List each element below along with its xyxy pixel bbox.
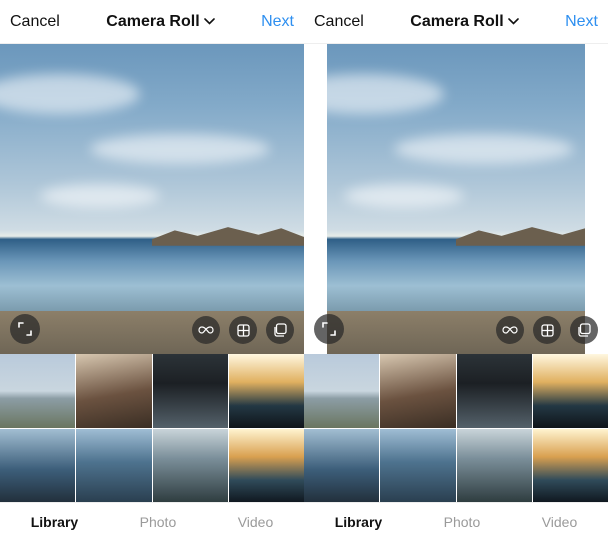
- expand-crop-button[interactable]: [10, 314, 40, 344]
- thumbnail[interactable]: [229, 429, 304, 503]
- thumbnail[interactable]: [229, 354, 304, 428]
- thumbnail[interactable]: [457, 354, 532, 428]
- thumbnail[interactable]: [533, 429, 608, 503]
- next-button[interactable]: Next: [261, 13, 294, 31]
- album-selector[interactable]: Camera Roll: [410, 13, 518, 31]
- thumbnail[interactable]: [457, 429, 532, 503]
- multi-select-button[interactable]: [570, 316, 598, 344]
- picker-pane-left: Cancel Camera Roll Next: [0, 0, 304, 540]
- boomerang-button[interactable]: [496, 316, 524, 344]
- thumbnail[interactable]: [304, 354, 379, 428]
- thumbnail[interactable]: [533, 354, 608, 428]
- expand-crop-button[interactable]: [314, 314, 344, 344]
- tab-photo[interactable]: Photo: [444, 514, 481, 530]
- next-button[interactable]: Next: [565, 13, 598, 31]
- cancel-button[interactable]: Cancel: [10, 13, 60, 31]
- thumbnail[interactable]: [153, 429, 228, 503]
- thumbnail[interactable]: [0, 354, 75, 428]
- thumbnail[interactable]: [380, 429, 455, 503]
- thumbnail-grid: [0, 354, 304, 502]
- preview-overlay: [304, 304, 608, 354]
- tab-video[interactable]: Video: [238, 514, 274, 530]
- thumbnail[interactable]: [304, 429, 379, 503]
- boomerang-button[interactable]: [192, 316, 220, 344]
- album-selector[interactable]: Camera Roll: [106, 13, 214, 31]
- bottom-tabs: Library Photo Video: [0, 502, 304, 540]
- thumbnail[interactable]: [153, 354, 228, 428]
- cancel-button[interactable]: Cancel: [314, 13, 364, 31]
- thumbnail-grid: [304, 354, 608, 502]
- layout-button[interactable]: [533, 316, 561, 344]
- layout-button[interactable]: [229, 316, 257, 344]
- tab-video[interactable]: Video: [542, 514, 578, 530]
- tab-library[interactable]: Library: [335, 514, 382, 530]
- crop-preview[interactable]: [0, 44, 304, 354]
- preview-overlay: [0, 304, 304, 354]
- chevron-down-icon: [204, 18, 215, 25]
- tab-photo[interactable]: Photo: [140, 514, 177, 530]
- tab-library[interactable]: Library: [31, 514, 78, 530]
- multi-select-button[interactable]: [266, 316, 294, 344]
- thumbnail[interactable]: [0, 429, 75, 503]
- bottom-tabs: Library Photo Video: [304, 502, 608, 540]
- header-bar: Cancel Camera Roll Next: [0, 0, 304, 44]
- thumbnail[interactable]: [76, 354, 151, 428]
- header-bar: Cancel Camera Roll Next: [304, 0, 608, 44]
- thumbnail[interactable]: [380, 354, 455, 428]
- thumbnail[interactable]: [76, 429, 151, 503]
- album-title: Camera Roll: [106, 13, 199, 31]
- chevron-down-icon: [508, 18, 519, 25]
- crop-preview[interactable]: [304, 44, 608, 354]
- album-title: Camera Roll: [410, 13, 503, 31]
- picker-pane-right: Cancel Camera Roll Next: [304, 0, 608, 540]
